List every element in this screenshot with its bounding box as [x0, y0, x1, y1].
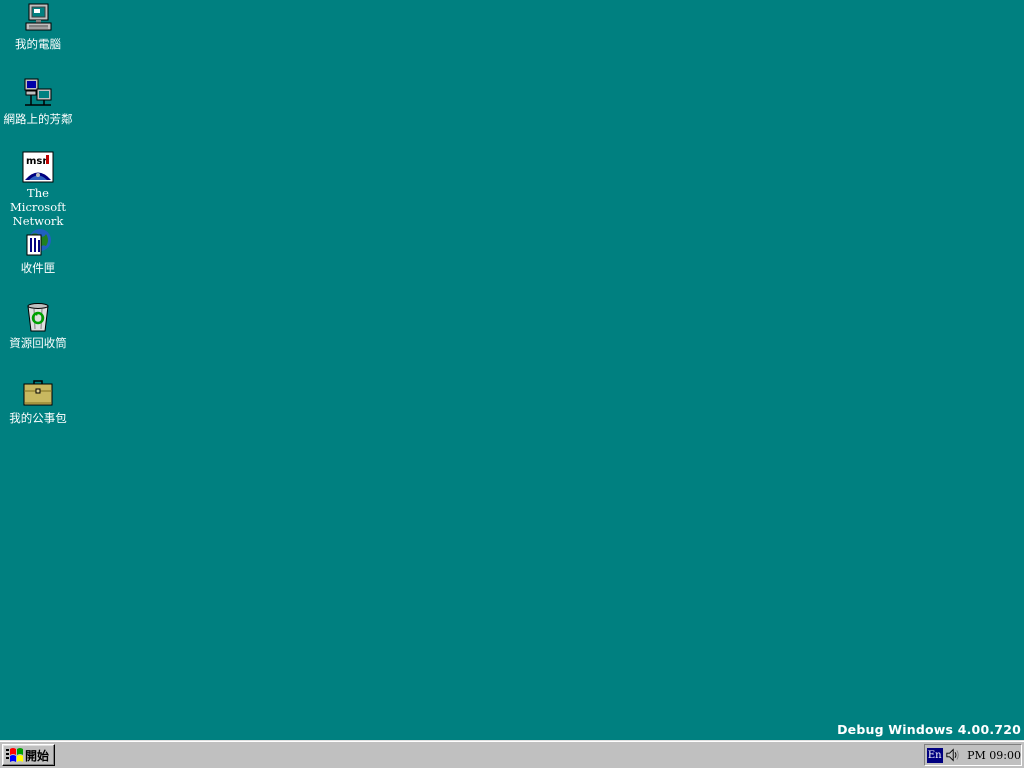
- recycle-bin-icon: [27, 303, 49, 332]
- desktop-icon-label: 收件匣: [20, 261, 56, 275]
- taskbar: 開始 En PM 09:00: [0, 740, 1024, 768]
- start-button[interactable]: 開始: [2, 744, 55, 766]
- desktop-icon-network-neighborhood[interactable]: 網路上的芳鄰: [0, 77, 76, 126]
- inbox-icon: [26, 229, 51, 256]
- desktop-icon-inbox[interactable]: 收件匣: [0, 226, 76, 275]
- system-tray: En PM 09:00: [924, 744, 1022, 766]
- msn-icon: msn: [22, 151, 54, 183]
- desktop-icon-label: The Microsoft Network: [9, 186, 67, 228]
- desktop[interactable]: 我的電腦 網路上的芳鄰 msn The Microsoft Network 收件…: [0, 0, 1024, 740]
- version-watermark: Debug Windows 4.00.720: [837, 722, 1021, 737]
- desktop-icon-label: 網路上的芳鄰: [3, 112, 73, 126]
- language-indicator[interactable]: En: [927, 747, 943, 763]
- clock[interactable]: PM 09:00: [967, 749, 1021, 762]
- speaker-icon[interactable]: [945, 747, 960, 763]
- desktop-icon-msn[interactable]: msn The Microsoft Network: [0, 151, 76, 228]
- svg-text:msn: msn: [26, 156, 50, 167]
- desktop-icon-briefcase[interactable]: 我的公事包: [0, 376, 76, 425]
- desktop-icon-label: 我的公事包: [9, 411, 67, 425]
- windows-logo-icon: [6, 748, 23, 762]
- network-neighborhood-icon: [24, 78, 52, 106]
- desktop-icon-label: 資源回收筒: [9, 336, 67, 350]
- start-label: 開始: [25, 748, 50, 763]
- my-computer-icon: [25, 3, 52, 31]
- desktop-icon-my-computer[interactable]: 我的電腦: [0, 2, 76, 51]
- desktop-icon-label: 我的電腦: [15, 37, 61, 51]
- briefcase-icon: [23, 380, 53, 406]
- desktop-icon-recycle-bin[interactable]: 資源回收筒: [0, 301, 76, 350]
